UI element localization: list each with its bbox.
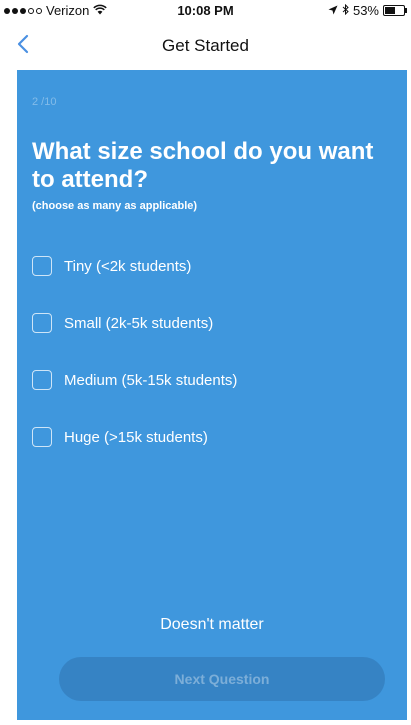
- next-question-button[interactable]: Next Question: [59, 657, 385, 701]
- option-label: Tiny (<2k students): [64, 257, 192, 275]
- doesnt-matter-button[interactable]: Doesn't matter: [17, 616, 407, 634]
- question-panel: 2 /10 What size school do you want to at…: [17, 70, 407, 720]
- checkbox[interactable]: [32, 313, 52, 333]
- battery-icon: [383, 5, 407, 16]
- page-title: Get Started: [162, 36, 249, 55]
- option-tiny[interactable]: Tiny (<2k students): [32, 254, 392, 278]
- option-label: Small (2k-5k students): [64, 314, 214, 332]
- question-hint: (choose as many as applicable): [32, 200, 198, 212]
- option-medium[interactable]: Medium (5k-15k students): [32, 368, 392, 392]
- battery-percent: 53%: [352, 3, 379, 18]
- option-small[interactable]: Small (2k-5k students): [32, 311, 392, 335]
- battery-fill: [385, 7, 395, 14]
- progress-counter: 2 /10: [32, 96, 57, 108]
- question-heading: What size school do you want to attend?: [32, 138, 374, 193]
- option-huge[interactable]: Huge (>15k students): [32, 425, 392, 449]
- status-right: 53%: [328, 3, 407, 18]
- checkbox[interactable]: [32, 370, 52, 390]
- option-list: Tiny (<2k students) Small (2k-5k student…: [32, 254, 392, 482]
- nav-bar: Get Started: [0, 22, 411, 68]
- checkbox[interactable]: [32, 256, 52, 276]
- checkbox[interactable]: [32, 427, 52, 447]
- option-label: Huge (>15k students): [64, 428, 208, 446]
- bluetooth-icon: [342, 3, 349, 18]
- status-bar: Verizon 10:08 PM 53%: [0, 0, 411, 22]
- option-label: Medium (5k-15k students): [64, 371, 238, 389]
- location-icon: [328, 3, 338, 18]
